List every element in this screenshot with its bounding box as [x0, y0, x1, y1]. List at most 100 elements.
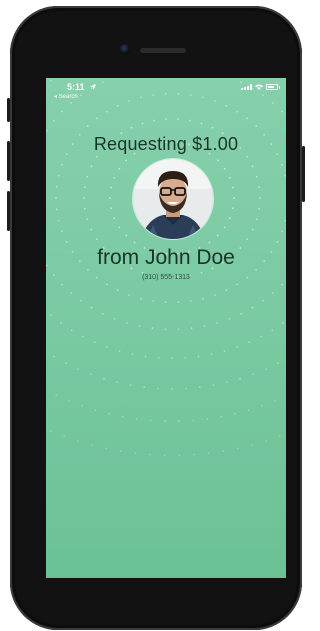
app-screen: 5:11 ◂ Search Requesting $1.00 from John…: [46, 78, 286, 578]
ripple-dot: [140, 297, 142, 300]
ripple-dot: [177, 118, 179, 120]
ripple-dot: [125, 159, 128, 162]
requester-name: from John Doe: [97, 246, 235, 269]
ripple-dot: [50, 314, 52, 317]
ripple-dot: [277, 362, 279, 365]
ripple-dot: [251, 165, 254, 168]
requester-phone: (310) 555-1313: [142, 274, 190, 281]
ripple-dot: [193, 453, 196, 456]
ripple-dot: [208, 241, 211, 244]
ripple-dot: [210, 353, 213, 356]
status-time: 5:11: [67, 82, 85, 92]
ripple-dot: [133, 241, 136, 244]
ripple-dot: [86, 218, 89, 221]
ripple-dot: [134, 452, 137, 455]
ripple-dot: [177, 301, 180, 304]
ripple-dot: [265, 440, 267, 442]
ripple-dot: [203, 325, 206, 327]
ripple-dot: [53, 119, 55, 122]
ripple-dot: [70, 102, 72, 104]
ripple-dot: [49, 430, 52, 432]
ripple-dot: [255, 218, 258, 221]
ripple-dot: [86, 175, 89, 178]
ripple-dot: [77, 368, 80, 370]
ripple-dot: [131, 353, 134, 356]
ripple-dot: [262, 299, 264, 302]
ripple-dot: [200, 122, 203, 125]
ripple-dot: [94, 409, 97, 412]
ripple-dot: [65, 362, 67, 365]
ripple-dot: [222, 450, 225, 453]
ripple-dot: [272, 102, 274, 104]
ripple-dot: [216, 322, 219, 324]
ripple-dot: [274, 400, 276, 402]
ripple-dot: [163, 454, 166, 457]
ripple-dot: [90, 228, 93, 231]
ripple-dot: [138, 325, 141, 327]
back-to-search-link[interactable]: ◂ Search: [54, 93, 78, 100]
battery-tip: [279, 86, 280, 89]
ripple-dot: [83, 186, 86, 189]
ripple-dot: [95, 238, 98, 241]
ripple-dot: [63, 435, 66, 438]
ripple-dot: [216, 159, 219, 162]
ripple-dot: [61, 110, 63, 113]
ripple-dot: [55, 394, 58, 397]
ripple-dot: [164, 328, 167, 331]
ripple-dot: [211, 126, 214, 129]
ripple-dot: [105, 447, 108, 450]
ripple-dot: [61, 230, 63, 233]
ripple-dot: [284, 219, 286, 222]
ripple-dot: [171, 357, 173, 360]
ripple-dot: [255, 125, 258, 128]
ripple-dot: [236, 283, 239, 286]
ripple-dot: [108, 413, 110, 415]
ripple-dot: [228, 217, 231, 220]
ripple-dot: [106, 346, 108, 348]
ripple-dot: [165, 118, 167, 120]
earpiece-speaker: [140, 48, 186, 53]
ripple-dot: [234, 413, 236, 415]
ripple-dot: [246, 155, 249, 158]
wifi-icon: [255, 84, 263, 90]
requester-avatar: [132, 158, 214, 240]
ripple-dot: [80, 299, 82, 302]
ripple-dot: [276, 240, 279, 243]
ripple-dot: [95, 155, 98, 158]
ripple-dot: [116, 104, 119, 107]
ripple-dot: [246, 238, 249, 241]
ripple-dot: [236, 110, 239, 113]
ripple-dot: [251, 444, 253, 446]
ripple-dot: [46, 129, 48, 132]
mute-switch: [7, 98, 10, 122]
ripple-dot: [171, 387, 173, 390]
battery-icon: [266, 84, 278, 90]
ripple-dot: [106, 283, 108, 286]
ripple-dot: [260, 335, 262, 338]
ripple-dot: [251, 306, 254, 309]
ripple-dot: [55, 208, 58, 211]
ripple-dot: [281, 163, 283, 166]
ripple-dot: [259, 197, 261, 199]
status-icons: [241, 84, 280, 90]
ripple-dot: [151, 327, 154, 330]
ripple-dot: [149, 453, 151, 456]
ripple-dot: [206, 418, 209, 420]
volume-down-button: [7, 191, 10, 231]
ripple-dot: [101, 312, 104, 315]
ripple-dot: [118, 226, 121, 229]
ripple-dot: [177, 328, 180, 331]
front-camera: [120, 44, 130, 54]
ripple-dot: [149, 419, 152, 422]
ripple-dot: [225, 289, 228, 292]
ripple-dot: [61, 283, 63, 286]
phone-frame: 5:11 ◂ Search Requesting $1.00 from John…: [7, 6, 305, 630]
ripple-dot: [130, 126, 133, 129]
ripple-dot: [60, 322, 62, 325]
ripple-dot: [96, 117, 98, 120]
ripple-dot: [192, 419, 195, 422]
ripple-dot: [82, 335, 84, 338]
ripple-dot: [239, 377, 242, 380]
ripple-dot: [198, 386, 201, 389]
ripple-dot: [223, 167, 226, 170]
